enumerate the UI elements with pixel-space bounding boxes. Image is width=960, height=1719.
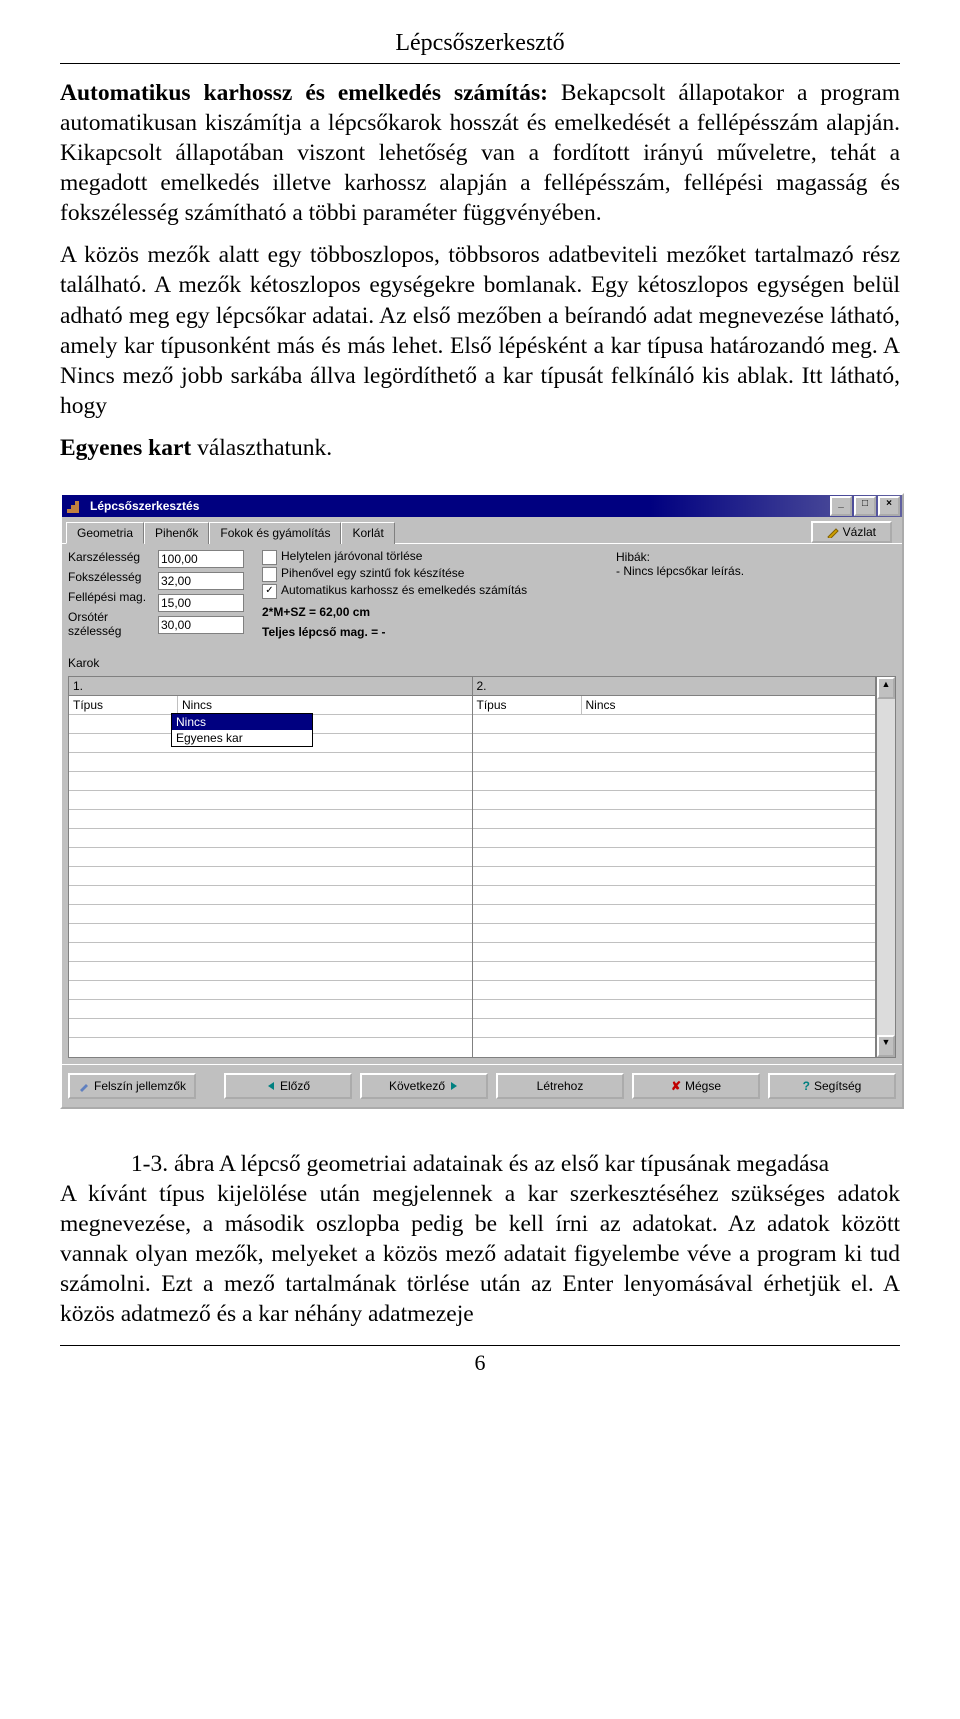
figure-caption: 1-3. ábra A lépcső geometriai adatainak …: [60, 1149, 900, 1179]
intro-bold: Automatikus karhossz és emelkedés számít…: [60, 80, 548, 106]
grid-col2-head: 2.: [473, 677, 876, 696]
titlebar: Lépcsőszerkesztés _ □ ×: [62, 495, 902, 517]
arrow-right-icon: [449, 1081, 459, 1091]
input-karszelesseg[interactable]: [158, 550, 244, 568]
para-2: A közös mezők alatt egy többoszlopos, tö…: [60, 240, 900, 420]
checkbox-helytelen[interactable]: [262, 550, 277, 565]
help-icon: ?: [803, 1079, 810, 1093]
checkbox-automatikus[interactable]: ✓: [262, 584, 277, 599]
elozo-label: Előző: [280, 1079, 310, 1093]
dropdown-item-egyenes[interactable]: Egyenes kar: [172, 730, 312, 746]
para-3: Egyenes kart választhatunk.: [60, 433, 900, 463]
arrow-left-icon: [266, 1081, 276, 1091]
segitseg-label: Segítség: [814, 1079, 861, 1093]
dropdown-item-nincs[interactable]: Nincs: [172, 714, 312, 730]
input-fokszelesseg[interactable]: [158, 572, 244, 590]
label-orso: Orsótér szélesség: [68, 610, 154, 638]
tipus-dropdown[interactable]: Nincs Egyenes kar: [171, 713, 313, 747]
figure-caption-block: 1-3. ábra A lépcső geometriai adatainak …: [60, 1149, 900, 1329]
felszin-label: Felszín jellemzők: [94, 1079, 186, 1093]
minimize-button[interactable]: _: [830, 496, 852, 516]
teljes-text: Teljes lépcső mag. = -: [262, 625, 602, 639]
hibak-text: - Nincs lépcsőkar leírás.: [616, 564, 896, 578]
label-fellepesi: Fellépési mag.: [68, 590, 154, 604]
vazlat-button[interactable]: Vázlat: [811, 521, 892, 543]
close-button[interactable]: ×: [878, 496, 900, 516]
hibak-label: Hibák:: [616, 550, 896, 564]
window-title: Lépcsőszerkesztés: [90, 499, 830, 513]
dialog-lepcsoszerkesztes: Lépcsőszerkesztés _ □ × Geometria Pihenő…: [60, 493, 904, 1109]
input-fellepesi[interactable]: [158, 594, 244, 612]
letrehoz-button[interactable]: Létrehoz: [496, 1073, 624, 1099]
checkbox-helytelen-label: Helytelen járóvonal törlése: [281, 550, 422, 564]
tab-geometria[interactable]: Geometria: [66, 522, 144, 544]
intro-paragraph: Automatikus karhossz és emelkedés számít…: [60, 78, 900, 228]
tab-pihenok[interactable]: Pihenők: [144, 522, 209, 544]
para3-rest: választhatunk.: [191, 435, 332, 461]
page-title: Lépcsőszerkesztő: [60, 30, 900, 64]
page-number: 6: [60, 1345, 900, 1376]
checkbox-automatikus-label: Automatikus karhossz és emelkedés számít…: [281, 584, 527, 598]
kovetkezo-label: Következő: [389, 1079, 445, 1093]
karok-grid: 1. Típus Nincs 2. Típus N: [68, 676, 896, 1058]
input-orso[interactable]: [158, 616, 244, 634]
grid-row-val-1[interactable]: Nincs: [178, 696, 472, 714]
scroll-up-button[interactable]: ▲: [877, 677, 895, 699]
grid-col1-head: 1.: [69, 677, 472, 696]
x-icon: ✘: [671, 1079, 681, 1093]
letrehoz-label: Létrehoz: [537, 1079, 584, 1093]
grid-scrollbar[interactable]: ▲ ▼: [876, 677, 895, 1057]
segitseg-button[interactable]: ? Segítség: [768, 1073, 896, 1099]
felszin-button[interactable]: Felszín jellemzők: [68, 1073, 196, 1099]
vazlat-label: Vázlat: [843, 525, 876, 539]
tab-korlat[interactable]: Korlát: [341, 522, 394, 544]
checkbox-pihenovel[interactable]: [262, 567, 277, 582]
megse-label: Mégse: [685, 1079, 721, 1093]
formula-text: 2*M+SZ = 62,00 cm: [262, 605, 602, 619]
para3-bold: Egyenes kart: [60, 435, 191, 461]
scroll-track[interactable]: [877, 699, 895, 1035]
scroll-down-button[interactable]: ▼: [877, 1035, 895, 1057]
kovetkezo-button[interactable]: Következő: [360, 1073, 488, 1099]
checkbox-pihenovel-label: Pihenővel egy szintű fok készítése: [281, 567, 464, 581]
maximize-button[interactable]: □: [854, 496, 876, 516]
label-karszelesseg: Karszélesség: [68, 550, 154, 564]
megse-button[interactable]: ✘ Mégse: [632, 1073, 760, 1099]
label-karok: Karok: [68, 656, 154, 670]
label-fokszelesseg: Fokszélesség: [68, 570, 154, 584]
grid-row-label-2: Típus: [473, 696, 582, 714]
caption-body: A kívánt típus kijelölése után megjelenn…: [60, 1181, 900, 1327]
stairs-icon: [66, 498, 82, 514]
elozo-button[interactable]: Előző: [224, 1073, 352, 1099]
brush-icon: [78, 1080, 90, 1092]
grid-row-val-2[interactable]: Nincs: [582, 696, 876, 714]
pencil-icon: [827, 526, 839, 538]
grid-row-label-1: Típus: [69, 696, 178, 714]
tab-fokok[interactable]: Fokok és gyámolítás: [209, 522, 341, 544]
